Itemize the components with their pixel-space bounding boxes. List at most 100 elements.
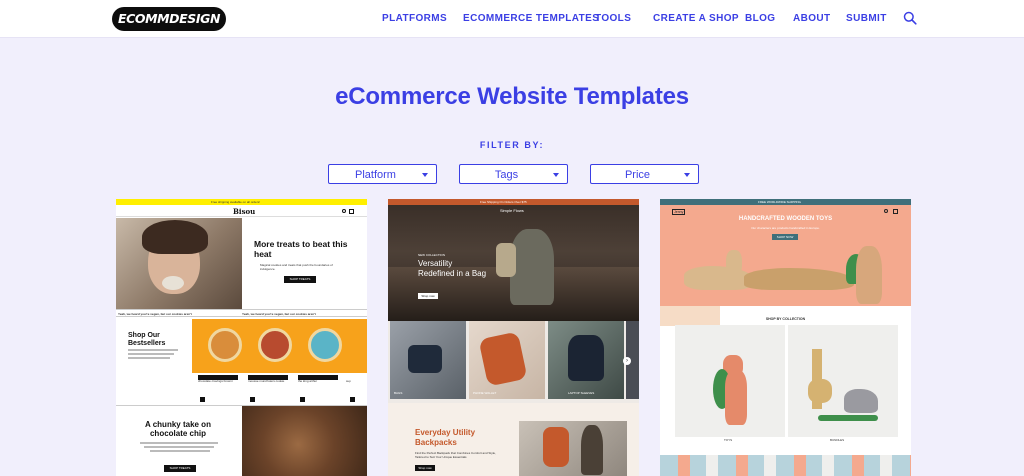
cookie-image xyxy=(242,406,367,476)
platform-filter[interactable]: Platform xyxy=(328,164,437,184)
promo-button: SHOP TREATS xyxy=(164,465,196,472)
tile-label: BAGS xyxy=(394,391,403,395)
filter-label: FILTER BY: xyxy=(479,140,545,150)
brand-logo: Jenny xyxy=(672,209,686,215)
promo-image xyxy=(519,421,627,476)
price-filter[interactable]: Price xyxy=(590,164,699,184)
hero-section: HANDCRAFTED WOODEN TOYS Our characters a… xyxy=(660,216,911,306)
promo-heading: A chunky take on chocolate chip xyxy=(145,420,211,438)
tile-image: BAGS xyxy=(390,321,466,399)
site-header: ECOMMDESIGN PLATFORMS ECOMMERCE TEMPLATE… xyxy=(0,0,1024,38)
nav-tools[interactable]: TOOLS xyxy=(595,13,631,24)
announcement-text: FREE WORLDWIDE SHIPPING xyxy=(758,200,802,204)
chevron-down-icon xyxy=(684,173,690,177)
tile-person xyxy=(568,335,604,381)
collection-heading: SHOP BY COLLECTION xyxy=(765,317,806,321)
product-name: the king arthur xyxy=(298,379,318,383)
collection-label: BUNDLES xyxy=(830,438,845,442)
tile-image: PHONE WALLET xyxy=(469,321,545,399)
nav-submit[interactable]: SUBMIT xyxy=(846,13,887,24)
page-title: eCommerce Website Templates xyxy=(335,83,689,110)
decor-block xyxy=(660,306,720,326)
hero-person xyxy=(510,229,554,305)
text-line xyxy=(150,450,210,452)
hero-image xyxy=(116,218,242,309)
tile-label: LAPTOP SLEEVES xyxy=(568,391,595,395)
text-line xyxy=(140,442,218,444)
chevron-down-icon xyxy=(553,173,559,177)
decor-border xyxy=(660,455,911,476)
template-card-bags[interactable]: Free Shipping On Orders Over $75 Simple … xyxy=(388,199,639,476)
price-filter-label: Price xyxy=(624,169,651,181)
nav-about[interactable]: ABOUT xyxy=(793,13,831,24)
search-icon xyxy=(884,209,888,213)
toy-giraffe-body xyxy=(808,379,832,403)
hero-heading: Versatility Redefined in a Bag xyxy=(418,259,487,278)
product-name: sup xyxy=(346,379,351,383)
product-image xyxy=(208,328,242,362)
brand-logo: Simple Flows xyxy=(500,208,524,213)
tile-wallet xyxy=(478,331,528,387)
cart-icon xyxy=(200,397,205,402)
text-line xyxy=(128,349,178,351)
platform-filter-label: Platform xyxy=(355,169,396,181)
cart-icon xyxy=(250,397,255,402)
announcement-text: Free Shipping On Orders Over $75 xyxy=(480,200,527,204)
mini-nav: Bisou xyxy=(116,205,367,217)
hero-button: SHOP TREATS xyxy=(284,276,316,283)
nav-blog[interactable]: BLOG xyxy=(745,13,776,24)
ticker-text: Yeah, we heard you're vegan, but our coo… xyxy=(242,312,316,316)
hero-backpack xyxy=(496,243,516,277)
template-card-bisou[interactable]: Free shipping available on all orders! B… xyxy=(116,199,367,476)
text-line xyxy=(128,353,174,355)
cart-icon xyxy=(350,397,355,402)
promo-backpack xyxy=(543,427,569,467)
tile-image: LAPTOP SLEEVES xyxy=(548,321,624,399)
toy-base xyxy=(818,415,878,421)
search-icon[interactable] xyxy=(903,11,917,25)
hero-body: Our characters are products handcrafted … xyxy=(751,226,820,230)
hero-cookie xyxy=(162,276,184,290)
hero-button: Shop now xyxy=(418,293,438,299)
chevron-down-icon xyxy=(422,173,428,177)
product-image xyxy=(308,328,342,362)
section-heading: Shop Our Bestsellers xyxy=(128,332,166,347)
promo-body: Find the Perfect Backpack that Combines … xyxy=(415,451,496,459)
text-line xyxy=(144,446,214,448)
toy-dino-neck xyxy=(726,250,742,276)
carousel-next-icon: › xyxy=(623,357,631,365)
brand-logo: Bisou xyxy=(233,207,256,216)
toy-elephant xyxy=(844,389,878,413)
nav-ecommerce-templates[interactable]: ECOMMERCE TEMPLATES xyxy=(463,13,599,24)
ticker-text: Yeah, we heard you're vegan, but our coo… xyxy=(118,312,192,316)
product-name: mousse munchsters cookie xyxy=(248,379,285,383)
product-name: chocolate cravings browni xyxy=(198,379,233,383)
collection-tile-bundles xyxy=(788,325,898,437)
search-icon xyxy=(342,209,346,213)
toy-body xyxy=(725,371,747,425)
template-card-toys[interactable]: FREE WORLDWIDE SHIPPING Jenny HANDCRAFTE… xyxy=(660,199,911,476)
hero-body: Magical cookies and treats that push the… xyxy=(260,263,333,271)
logo[interactable]: ECOMMDESIGN xyxy=(112,7,226,31)
hero-hair xyxy=(142,220,208,254)
tags-filter[interactable]: Tags xyxy=(459,164,568,184)
cart-icon xyxy=(349,209,354,214)
promo-heading: Everyday Utility Backpacks xyxy=(415,428,476,447)
promo-person xyxy=(581,425,603,475)
product-image xyxy=(258,328,292,362)
toy-dino xyxy=(856,246,882,304)
collection-label: NEW COLLECTION xyxy=(418,253,446,257)
hero-image: Simple Flows NEW COLLECTION Versatility … xyxy=(388,205,639,321)
announcement-text: Free shipping available on all orders! xyxy=(211,200,261,204)
hero-heading: More treats to beat this heat xyxy=(254,239,348,259)
cart-icon xyxy=(893,209,898,214)
tile-bag xyxy=(408,345,442,373)
nav-create-a-shop[interactable]: CREATE A SHOP xyxy=(653,13,739,24)
text-line xyxy=(128,357,170,359)
tags-filter-label: Tags xyxy=(494,169,519,181)
ticker: Yeah, we heard you're vegan, but our coo… xyxy=(116,309,367,317)
nav-platforms[interactable]: PLATFORMS xyxy=(382,13,447,24)
toy-dino xyxy=(744,268,854,290)
hero-heading: HANDCRAFTED WOODEN TOYS xyxy=(738,216,833,222)
hero-button: SHOP NOW xyxy=(772,234,798,240)
